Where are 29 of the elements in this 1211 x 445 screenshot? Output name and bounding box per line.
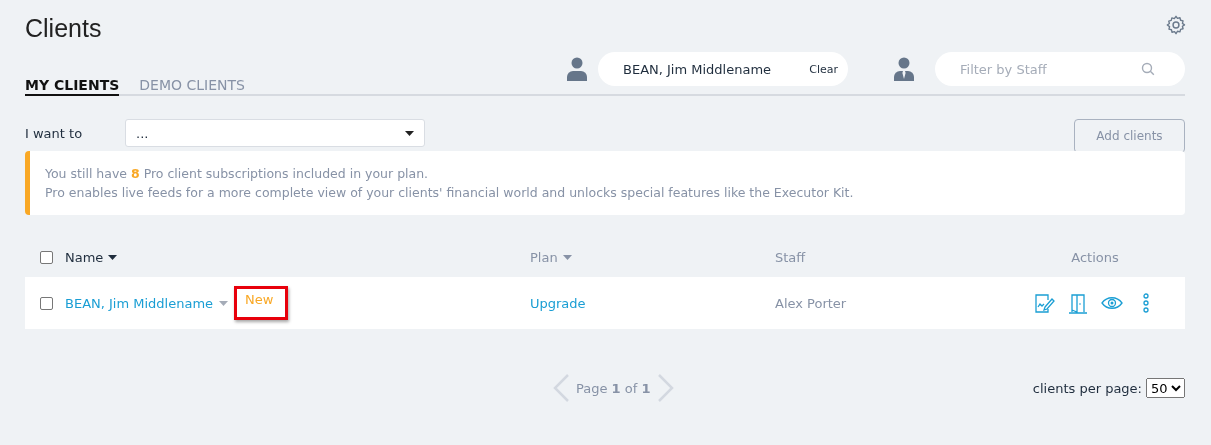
client-search-field[interactable]: BEAN, Jim Middlename Clear [598,52,848,86]
action-dropdown[interactable]: ... [125,119,425,147]
settings-icon[interactable] [1165,14,1187,36]
column-header: Actions [1071,249,1119,265]
new-badge: New [234,286,289,320]
per-page-select[interactable]: 50 [1146,378,1185,398]
checkbox[interactable] [40,250,53,264]
caret-icon[interactable] [219,300,229,306]
page-indicator: Page 1 of 1 [576,380,651,396]
search-icon[interactable] [1141,62,1155,76]
clear-button[interactable]: Clear [809,62,838,76]
tab[interactable]: MY CLIENTS [25,77,120,96]
notice-text: Pro enables live feeds for a more complete view of your clients' financial world and unlocks special features like the Executor Kit. [45,184,855,202]
select-label: I want to [25,125,84,141]
caret-icon [562,254,572,260]
table-cell: Alex Porter [775,295,847,311]
staff-icon [893,57,915,81]
checkbox[interactable] [40,296,53,310]
sort-header[interactable]: Name [65,249,118,265]
document-pen-icon[interactable] [1033,292,1055,314]
notice-text: You still have 8 Pro client subscriptions included in your plan. [45,165,430,183]
door-icon[interactable] [1067,292,1089,314]
person-icon [566,57,588,81]
column-header: Staff [775,249,806,265]
per-page-label: clients per page: [1032,380,1142,396]
caret-icon [405,130,414,136]
staff-filter-field[interactable]: Filter by Staff [935,52,1185,86]
page-title: Clients [25,14,102,43]
caret-icon [108,254,118,260]
